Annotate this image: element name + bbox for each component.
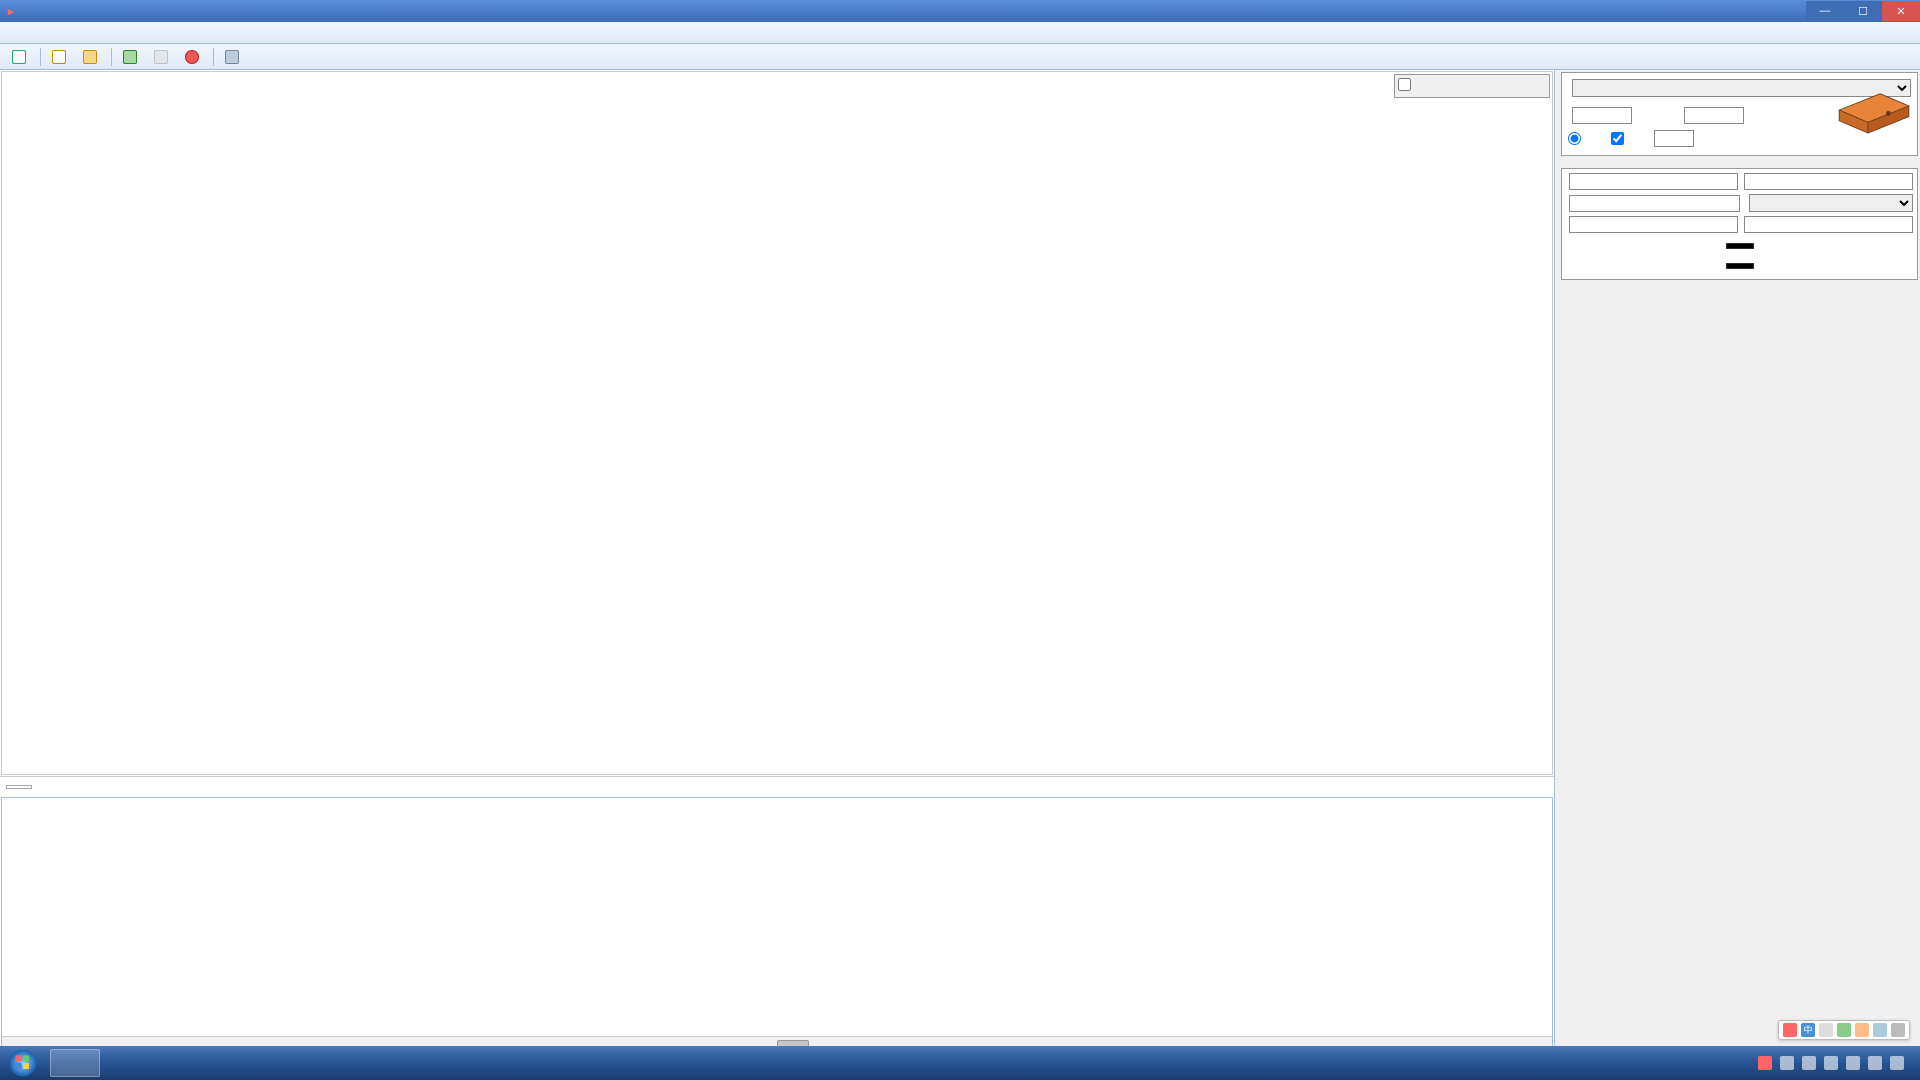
close-button[interactable]: ✕ [1882, 1, 1920, 21]
waveform-chart [2, 72, 1552, 774]
start-button[interactable] [0, 1046, 46, 1080]
system-tray [1758, 1056, 1920, 1070]
ime-menu-icon [1891, 1023, 1905, 1037]
sample-3d-icon [1831, 77, 1913, 135]
right-panel [1555, 70, 1920, 1076]
testdate-select[interactable] [1749, 194, 1914, 212]
new-dat-button[interactable] [46, 48, 75, 66]
graph-area[interactable] [1, 71, 1553, 775]
testpoint-box [1561, 168, 1918, 280]
title-bar: ▸ — ☐ ✕ [0, 0, 1920, 22]
new-ind-icon [12, 50, 26, 64]
sampling-wave-tab-bar [0, 776, 1554, 796]
sampling-wave-tab[interactable] [6, 785, 32, 789]
sample-info-box [1561, 73, 1918, 156]
del-dat-button[interactable] [179, 48, 208, 66]
remarks-input[interactable] [1744, 216, 1913, 233]
matename-input[interactable] [1744, 173, 1913, 190]
ime-zh-icon: 中 [1801, 1023, 1815, 1037]
open-file-button[interactable] [77, 48, 106, 66]
taskbar [0, 1046, 1920, 1080]
print-preview-button[interactable] [219, 48, 248, 66]
refresh-icon [123, 50, 137, 64]
sampleno-input[interactable] [1569, 173, 1738, 190]
analog-impact-radio[interactable] [1568, 132, 1581, 145]
testtemp-input[interactable] [1569, 195, 1740, 212]
open-file-icon [83, 50, 97, 64]
tray-volume-icon[interactable] [1868, 1056, 1882, 1070]
operator-input[interactable] [1569, 216, 1738, 233]
save-dat-button[interactable] [148, 48, 177, 66]
taskbar-app[interactable] [50, 1049, 100, 1077]
ime-s-icon [1783, 1023, 1797, 1037]
ime-bar[interactable]: 中 [1778, 1020, 1910, 1040]
tsw-input[interactable] [1654, 130, 1694, 147]
n1-input[interactable] [1572, 107, 1632, 124]
minimize-button[interactable]: — [1806, 1, 1844, 21]
refresh-dat-button[interactable] [117, 48, 146, 66]
tray-flag-icon[interactable] [1802, 1056, 1816, 1070]
tray-help-icon[interactable] [1780, 1056, 1794, 1070]
parameter-sorting-panel [1394, 74, 1550, 98]
lcd-display-a [1726, 263, 1754, 269]
ime-face-icon [1855, 1023, 1869, 1037]
maximize-button[interactable]: ☐ [1844, 1, 1882, 21]
tray-battery-icon[interactable] [1890, 1056, 1904, 1070]
lcd-display-mwb [1726, 243, 1754, 249]
sorting-checkbox[interactable] [1398, 78, 1411, 91]
save-icon [154, 50, 168, 64]
new-dat-icon [52, 50, 66, 64]
ime-kbd-icon [1837, 1023, 1851, 1037]
data-table [1, 797, 1553, 1053]
tray-s-icon[interactable] [1758, 1056, 1772, 1070]
menu-bar [0, 22, 1920, 44]
print-icon [225, 50, 239, 64]
tray-network-icon[interactable] [1846, 1056, 1860, 1070]
delete-icon [185, 50, 199, 64]
n2-input[interactable] [1684, 107, 1744, 124]
ime-punct-icon [1819, 1023, 1833, 1037]
ime-login-icon [1873, 1023, 1887, 1037]
new-ind-button[interactable] [6, 48, 35, 66]
tray-cloud-icon[interactable] [1824, 1056, 1838, 1070]
app-logo-icon: ▸ [8, 5, 14, 18]
fast-mode-checkbox[interactable] [1611, 132, 1624, 145]
toolbar [0, 44, 1920, 70]
